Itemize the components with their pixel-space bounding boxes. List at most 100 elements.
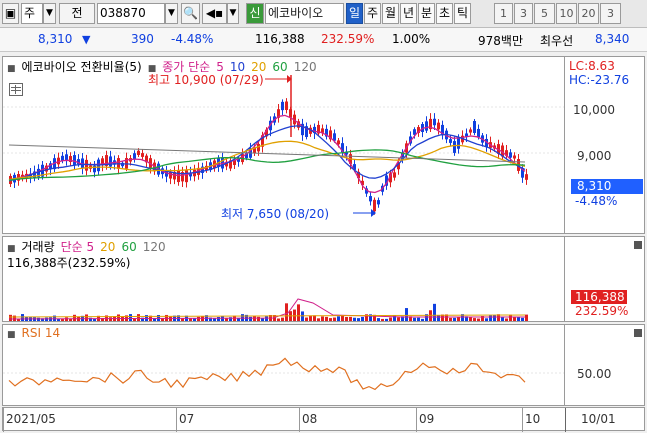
price-chart-panel[interactable]: ■ 에코바이오 전환비율(5) ■ 종가 단순 5 10 20 60 120 최고 10,900… — [2, 56, 565, 234]
legend-item-5: 120 — [293, 60, 317, 74]
price-chart-title: 에코바이오 전환비율(5) — [21, 60, 142, 74]
volume-bar — [325, 316, 328, 321]
candle-body — [473, 121, 476, 133]
volume-bar — [293, 309, 296, 321]
minute-option-2[interactable]: 5 — [534, 3, 555, 24]
price-axis: LC:8.63 HC:-23.76 10,000 9,000 8,310 -4.… — [565, 56, 645, 234]
volume-bar — [345, 316, 348, 321]
minute-option-4[interactable]: 20 — [578, 3, 599, 24]
rsi-legend: ■ RSI 14 — [7, 326, 66, 340]
volume-bar — [381, 318, 384, 321]
volume-bar — [249, 316, 252, 321]
current-price-tag-label: 8,310 — [577, 179, 612, 193]
x-label-09: 09 — [419, 412, 435, 426]
x-label-07: 07 — [179, 412, 195, 426]
high-annotation: 최고 10,900 (07/29) — [148, 73, 264, 87]
x-separator — [3, 408, 4, 432]
stock-name-field: 에코바이오 — [265, 3, 344, 24]
legend-item-4: 60 — [272, 60, 288, 74]
volume-bar — [477, 318, 480, 321]
candle-body — [141, 153, 144, 157]
volume-bar — [213, 318, 216, 321]
minute-option-5[interactable]: 3 — [600, 3, 621, 24]
volume-bar — [397, 317, 400, 321]
rsi-axis: 50.00 — [565, 324, 645, 406]
close-panel-icon[interactable] — [634, 241, 642, 249]
minute-option-1[interactable]: 3 — [514, 3, 533, 24]
rsi-title: RSI 14 — [21, 326, 61, 340]
volume-legend-item-2: 60 — [121, 240, 137, 254]
minute-option-3[interactable]: 10 — [556, 3, 577, 24]
sound-dropdown-icon[interactable]: ▼ — [227, 3, 239, 24]
candle-body — [393, 172, 396, 178]
rsi-tick-50: 50.00 — [577, 367, 612, 381]
volume-current-pct: 232.59% — [575, 304, 629, 318]
stock-code-input[interactable]: 038870 — [97, 3, 165, 24]
candle-body — [433, 118, 436, 126]
volume-bar — [405, 308, 408, 321]
sound-icon[interactable]: ◀▪ — [202, 3, 227, 24]
table-view-icon[interactable] — [9, 83, 23, 96]
jeon-button[interactable]: 전 — [59, 3, 95, 24]
period-tab-6[interactable]: 틱 — [454, 3, 471, 24]
type-dropdown-icon[interactable]: ▼ — [43, 3, 56, 24]
volume-ratio: 232.59% — [321, 32, 375, 46]
volume-bar — [489, 315, 492, 321]
volume-bar — [437, 315, 440, 321]
search-icon[interactable]: 🔍 — [181, 3, 200, 24]
panel-marker-icon: ■ — [7, 64, 16, 74]
volume-chart-panel[interactable]: ■ 거래량 단순 5 20 60 120 116,388주(232.59%) — [2, 236, 565, 322]
candle-body — [457, 137, 460, 149]
volume-title: 거래량 — [21, 240, 55, 254]
volume-bar — [349, 316, 352, 321]
period-tab-2[interactable]: 월 — [382, 3, 399, 24]
period-tab-5[interactable]: 초 — [436, 3, 453, 24]
volume-bar — [449, 317, 452, 321]
volume-axis: 116,388 232.59% — [565, 236, 645, 322]
volume-bar — [13, 315, 16, 321]
candle-body — [373, 199, 376, 212]
volume-bar — [509, 314, 512, 321]
best-price-label: 최우선 — [540, 34, 574, 48]
volume-legend-item-1: 20 — [100, 240, 116, 254]
low-annotation: 최저 7,650 (08/20) — [221, 207, 330, 221]
volume-bar — [217, 317, 220, 321]
panel-marker-icon: ■ — [7, 244, 16, 254]
type-select[interactable]: 주 — [21, 3, 43, 24]
rsi-line — [8, 357, 526, 391]
volume-bar — [261, 318, 264, 321]
volume-bar — [137, 314, 140, 321]
volume-bar — [353, 317, 356, 321]
period-tab-3[interactable]: 년 — [400, 3, 417, 24]
volume-value: 116,388 — [255, 32, 305, 46]
rsi-chart-canvas[interactable] — [3, 325, 565, 406]
volume-bar — [385, 318, 388, 321]
volume-bar — [297, 304, 300, 321]
volume-bar — [389, 317, 392, 321]
volume-bar — [129, 314, 132, 321]
close-panel-icon[interactable] — [634, 329, 642, 337]
volume-bar — [377, 318, 380, 321]
minute-option-0[interactable]: 1 — [494, 3, 513, 24]
new-listing-badge-label: 신 — [249, 6, 261, 20]
candle-body — [469, 129, 472, 133]
candle-body — [477, 128, 480, 138]
volume-legend-item-0: 단순 5 — [60, 240, 95, 254]
x-separator — [522, 408, 523, 432]
period-tab-4[interactable]: 분 — [418, 3, 435, 24]
candle-body — [73, 155, 76, 166]
volume-bar — [337, 316, 340, 321]
period-tab-0[interactable]: 일 — [346, 3, 363, 24]
period-tab-1[interactable]: 주 — [364, 3, 381, 24]
rsi-chart-panel[interactable]: ■ RSI 14 — [2, 324, 565, 406]
window-menu-icon[interactable]: ▣ — [2, 3, 19, 24]
x-axis-divider — [565, 408, 566, 432]
volume-bar — [361, 316, 364, 321]
y-tick-9000: 9,000 — [577, 149, 612, 163]
stock-name: 에코바이오 — [268, 6, 324, 20]
volume-bar — [21, 314, 24, 321]
code-dropdown-icon[interactable]: ▼ — [165, 3, 178, 24]
candle-body — [281, 101, 284, 111]
candle-body — [369, 196, 372, 202]
x-label-current-date: 10/01 — [581, 412, 616, 426]
